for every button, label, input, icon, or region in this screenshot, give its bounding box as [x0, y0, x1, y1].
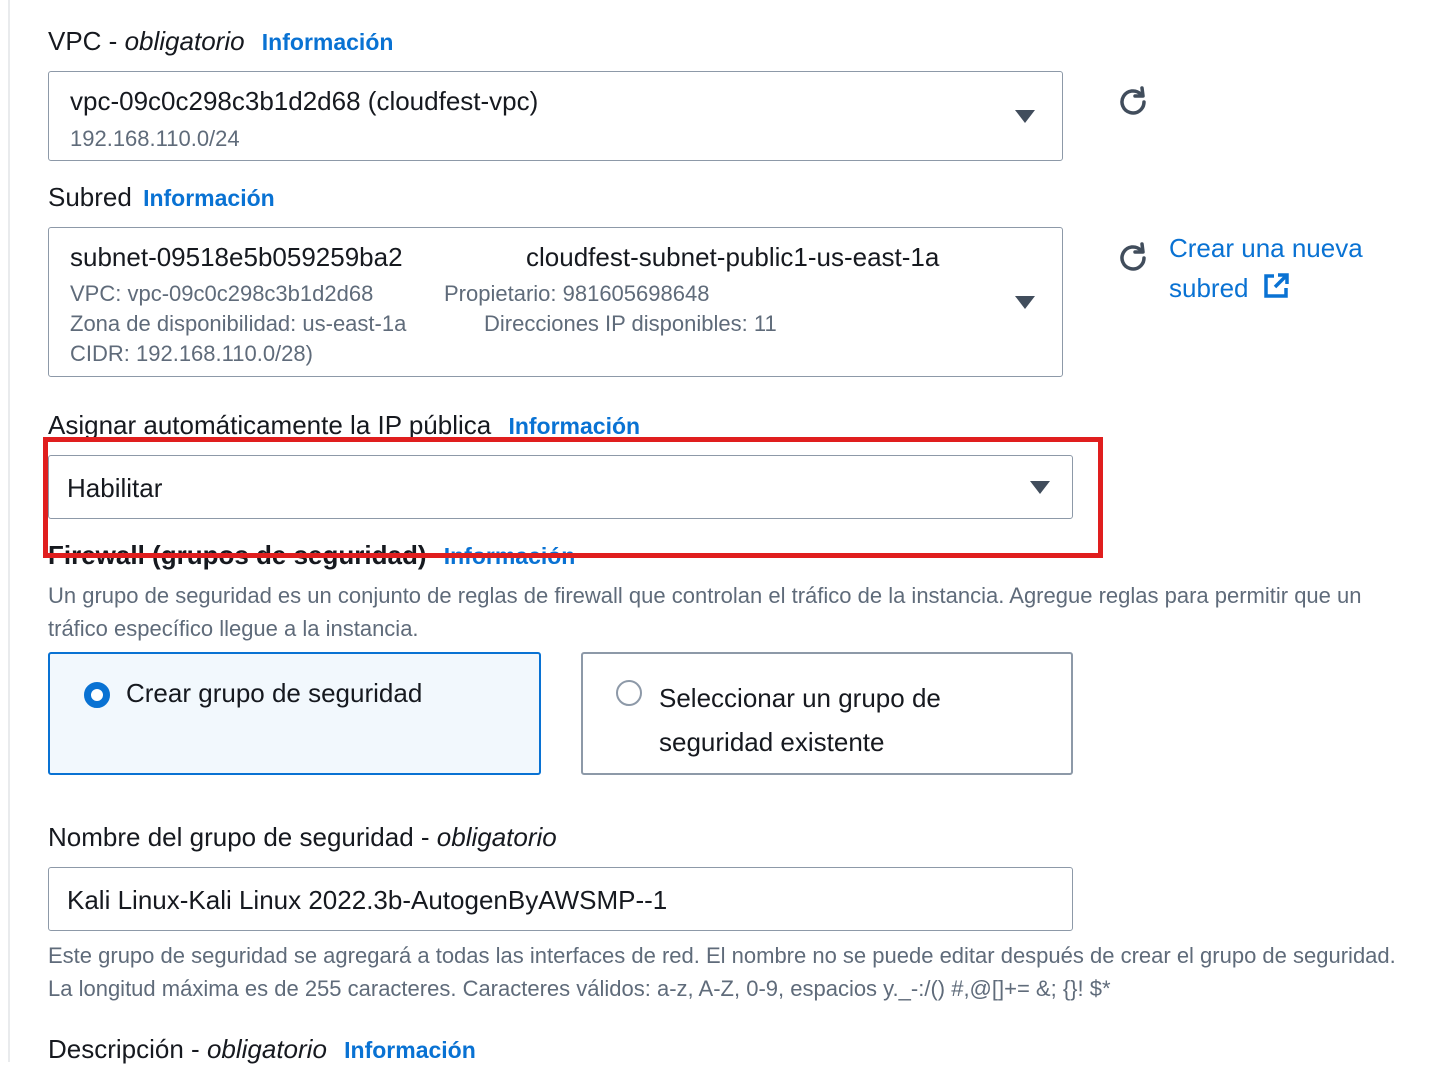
subnet-vpc: VPC: vpc-09c0c298c3b1d2d68 [70, 281, 374, 306]
create-subnet-link-line2: subred [1169, 268, 1363, 308]
refresh-icon[interactable] [1115, 84, 1151, 120]
subnet-available-ips: Direcciones IP disponibles: 11 [484, 311, 777, 336]
subnet-label: Subred Información [48, 182, 275, 212]
left-divider [8, 0, 10, 1062]
sg-name-label: Nombre del grupo de seguridad - obligato… [48, 822, 557, 852]
create-subnet-link-line1: Crear una nueva [1169, 233, 1363, 263]
create-security-group-label: Crear grupo de seguridad [126, 678, 423, 708]
chevron-down-icon [1015, 296, 1035, 309]
create-subnet-link[interactable]: Crear una nueva subred [1169, 228, 1363, 308]
firewall-description: Un grupo de seguridad es un conjunto de … [48, 583, 1362, 641]
sg-name-help: Este grupo de seguridad se agregará a to… [48, 943, 1396, 1001]
description-label: Descripción - obligatorio Información [48, 1034, 476, 1064]
subnet-id: subnet-09518e5b059259ba2 [70, 242, 403, 272]
create-security-group-option[interactable]: Crear grupo de seguridad [48, 652, 541, 775]
external-link-icon [1263, 273, 1289, 298]
vpc-select-value: vpc-09c0c298c3b1d2d68 (cloudfest-vpc) [70, 86, 539, 116]
select-existing-security-group-label: Seleccionar un grupo de seguridad existe… [659, 683, 941, 757]
subnet-cidr: CIDR: 192.168.110.0/28) [70, 341, 313, 366]
radio-unselected[interactable] [616, 680, 642, 706]
refresh-icon[interactable] [1115, 240, 1151, 276]
sg-name-input[interactable]: Kali Linux-Kali Linux 2022.3b-AutogenByA… [48, 867, 1073, 931]
highlight-box [43, 437, 1103, 558]
public-ip-info-link[interactable]: Información [508, 413, 640, 439]
subnet-name: cloudfest-subnet-public1-us-east-1a [526, 242, 940, 272]
vpc-label: VPC - obligatorio Información [48, 26, 394, 56]
radio-selected[interactable] [84, 682, 110, 708]
subnet-select[interactable]: subnet-09518e5b059259ba2 cloudfest-subne… [48, 227, 1063, 377]
vpc-info-link[interactable]: Información [262, 29, 394, 55]
vpc-select-cidr: 192.168.110.0/24 [70, 126, 240, 151]
subnet-owner: Propietario: 981605698648 [444, 281, 710, 306]
chevron-down-icon [1015, 110, 1035, 123]
sg-name-value: Kali Linux-Kali Linux 2022.3b-AutogenByA… [67, 885, 668, 915]
subnet-info-link[interactable]: Información [143, 185, 275, 211]
vpc-select[interactable]: vpc-09c0c298c3b1d2d68 (cloudfest-vpc) 19… [48, 71, 1063, 161]
description-info-link[interactable]: Información [344, 1037, 476, 1063]
subnet-az: Zona de disponibilidad: us-east-1a [70, 311, 407, 336]
select-existing-security-group-option[interactable]: Seleccionar un grupo de seguridad existe… [581, 652, 1073, 775]
